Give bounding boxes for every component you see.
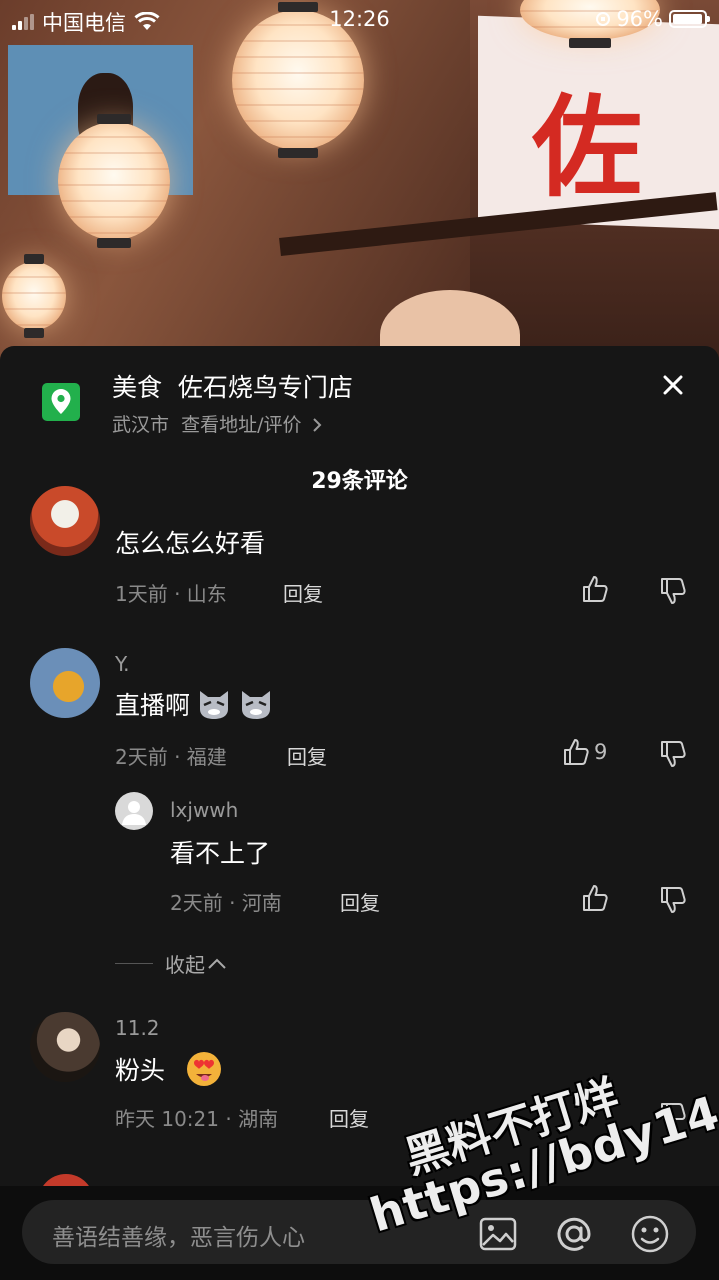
orientation-lock-icon [596,12,611,26]
poi-name: 佐石烧鸟专门店 [177,373,353,402]
background-photo: 佐 [0,0,719,360]
comment-username[interactable]: 11.2 [115,1016,160,1040]
comment-username[interactable]: Y. [115,652,130,676]
thumbs-up-icon[interactable] [561,737,591,767]
poi-title[interactable]: 美食 佐石烧鸟专门店 [112,368,353,404]
collapse-replies[interactable]: 收起 [115,949,227,978]
emoji-icon[interactable] [630,1214,670,1254]
collapse-label: 收起 [165,953,205,977]
heart-eyes-emoji-icon [187,1052,222,1086]
like-count: 9 [594,740,608,764]
reply-button[interactable]: 回复 [283,578,323,607]
reply-meta: 2天前 · 河南 [170,891,282,915]
poi-city: 武汉市 [112,414,170,436]
comment-text-body: 直播啊 [115,691,191,720]
comment-meta: 1天前 · 山东 [115,582,227,606]
comment-text: 粉头 [115,1050,223,1088]
lantern [2,254,66,338]
comment-avatar[interactable] [30,486,100,556]
reply-button[interactable]: 回复 [340,887,380,916]
image-icon[interactable] [478,1214,518,1254]
battery-icon [669,10,710,28]
default-user-icon [122,801,146,825]
comment-avatar[interactable] [30,648,100,718]
reply-username[interactable]: lxjwwh [170,798,238,822]
thumbs-down-icon[interactable] [658,1101,688,1131]
thumbs-down-icon[interactable] [658,576,688,606]
comment-text: 怎么怎么好看 [115,529,266,558]
input-placeholder: 善语结善缘，恶言伤人心 [52,1225,305,1251]
comment-count: 29条评论 [311,469,408,494]
poi-category: 美食 [112,373,163,402]
comment-text-body: 粉头 [115,1056,166,1085]
thumbs-up-icon[interactable] [580,574,610,604]
reply-avatar[interactable] [115,792,153,830]
banner-character: 佐 [532,83,642,212]
poi-subtitle[interactable]: 武汉市 查看地址/评价 [112,410,322,437]
comment-text: 直播啊 [115,686,274,722]
reply-text: 看不上了 [170,839,271,868]
reply-button[interactable]: 回复 [329,1103,369,1132]
cat-emoji-icon [242,691,271,719]
comment-input-bar: 善语结善缘，恶言伤人心 [0,1186,719,1280]
close-icon[interactable] [656,368,690,402]
mention-icon[interactable] [554,1214,594,1254]
lantern [58,114,170,248]
thumbs-up-icon[interactable] [580,883,610,913]
status-right: 96% [596,7,710,31]
cat-emoji-icon [200,691,229,719]
reply-button[interactable]: 回复 [287,741,327,770]
comment-meta: 昨天 10:21 · 湖南 [115,1107,279,1131]
poi-address-link[interactable]: 查看地址/评价 [181,414,301,436]
location-pin-icon[interactable] [42,383,80,421]
thumbs-down-icon[interactable] [658,739,688,769]
status-bar: 中国电信 12:26 96% [0,0,719,40]
comment-input[interactable]: 善语结善缘，恶言伤人心 [22,1200,696,1264]
chevron-right-icon [312,418,321,432]
comment-meta: 2天前 · 福建 [115,745,227,769]
chevron-up-icon [208,958,226,969]
comment-sheet: 美食 佐石烧鸟专门店 武汉市 查看地址/评价 29条评论 怎么怎么好看 1天前 … [0,346,719,1280]
comment-avatar[interactable] [30,1012,100,1082]
thumbs-down-icon[interactable] [658,885,688,915]
battery-percent: 96% [616,7,663,31]
divider [115,963,153,964]
